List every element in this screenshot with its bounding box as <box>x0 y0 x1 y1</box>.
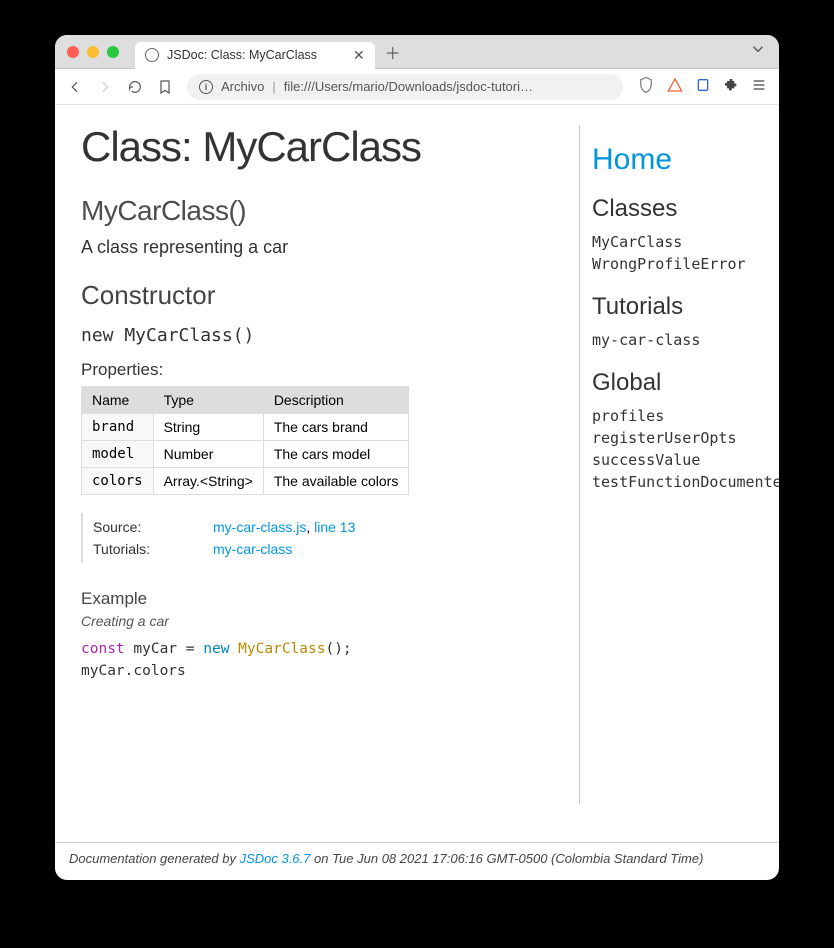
toolbar: i Archivo | file:///Users/mario/Download… <box>55 69 779 105</box>
sidebar-class-link[interactable]: WrongProfileError <box>592 255 746 273</box>
class-description: A class representing a car <box>81 237 553 258</box>
home-heading: Home <box>592 143 767 177</box>
url-scheme-label: Archivo <box>221 79 264 94</box>
class-signature: MyCarClass() <box>81 195 553 227</box>
url-separator: | <box>272 79 275 94</box>
details-block: Source: my-car-class.js, line 13 Tutoria… <box>81 513 553 563</box>
page-title: Class: MyCarClass <box>81 123 553 171</box>
ext-triangle-icon[interactable] <box>667 77 683 96</box>
tab-title: JSDoc: Class: MyCarClass <box>167 48 317 62</box>
extensions <box>637 76 767 97</box>
properties-heading: Properties: <box>81 360 553 380</box>
example-heading: Example <box>81 589 553 609</box>
th-desc: Description <box>263 387 409 414</box>
example-caption: Creating a car <box>81 613 553 629</box>
home-link[interactable]: Home <box>592 143 672 176</box>
list-item: registerUserOpts <box>592 427 767 449</box>
forward-button[interactable] <box>97 79 113 95</box>
footer-text: Documentation generated by JSDoc 3.6.7 o… <box>55 851 779 880</box>
tab-menu-icon[interactable] <box>749 40 767 63</box>
sidebar-global-link[interactable]: testFunctionDocumented <box>592 473 779 491</box>
global-heading: Global <box>592 369 767 397</box>
menu-icon[interactable] <box>751 77 767 96</box>
list-item: profiles <box>592 405 767 427</box>
tutorials-label: Tutorials: <box>93 541 213 557</box>
footer-divider <box>55 842 779 843</box>
list-item: successValue <box>592 449 767 471</box>
sidebar-global-link[interactable]: profiles <box>592 407 664 425</box>
address-bar[interactable]: i Archivo | file:///Users/mario/Download… <box>187 74 623 100</box>
source-file-link[interactable]: my-car-class.js <box>213 519 306 535</box>
properties-table: Name Type Description brand String The c… <box>81 386 409 495</box>
close-window-button[interactable] <box>67 46 79 58</box>
url-path: file:///Users/mario/Downloads/jsdoc-tuto… <box>284 79 533 94</box>
browser-tab[interactable]: JSDoc: Class: MyCarClass ✕ <box>135 42 375 69</box>
table-row: colors Array.<String> The available colo… <box>82 468 409 495</box>
maximize-window-button[interactable] <box>107 46 119 58</box>
browser-window: JSDoc: Class: MyCarClass ✕ ＋ i Archivo |… <box>55 35 779 880</box>
source-label: Source: <box>93 519 213 535</box>
table-row: model Number The cars model <box>82 441 409 468</box>
table-row: brand String The cars brand <box>82 414 409 441</box>
sidebar-global-link[interactable]: registerUserOpts <box>592 429 737 447</box>
tutorial-link[interactable]: my-car-class <box>213 541 292 557</box>
new-tab-button[interactable]: ＋ <box>385 40 401 64</box>
source-line-link[interactable]: line 13 <box>314 519 355 535</box>
list-item: WrongProfileError <box>592 253 767 275</box>
list-item: my-car-class <box>592 329 767 351</box>
bookmark-icon[interactable] <box>157 79 173 95</box>
site-info-icon[interactable]: i <box>199 80 213 94</box>
globe-icon <box>145 48 159 62</box>
constructor-signature: new MyCarClass() <box>81 325 553 346</box>
main-column: Class: MyCarClass MyCarClass() A class r… <box>55 105 579 824</box>
ext-shield-icon[interactable] <box>695 77 711 96</box>
page-content: Class: MyCarClass MyCarClass() A class r… <box>55 105 779 824</box>
list-item: testFunctionDocumented <box>592 471 767 493</box>
list-item: MyCarClass <box>592 231 767 253</box>
th-type: Type <box>153 387 263 414</box>
sidebar-global-link[interactable]: successValue <box>592 451 700 469</box>
close-tab-icon[interactable]: ✕ <box>353 47 365 64</box>
back-button[interactable] <box>67 79 83 95</box>
extensions-icon[interactable] <box>723 77 739 96</box>
constructor-heading: Constructor <box>81 280 553 311</box>
tutorials-heading: Tutorials <box>592 293 767 321</box>
sidebar: Home Classes MyCarClass WrongProfileErro… <box>579 125 779 804</box>
sidebar-tutorial-link[interactable]: my-car-class <box>592 331 700 349</box>
jsdoc-link[interactable]: JSDoc 3.6.7 <box>240 851 311 866</box>
titlebar: JSDoc: Class: MyCarClass ✕ ＋ <box>55 35 779 69</box>
window-controls <box>67 46 119 58</box>
sidebar-class-link[interactable]: MyCarClass <box>592 233 682 251</box>
classes-heading: Classes <box>592 195 767 223</box>
brave-shield-icon[interactable] <box>637 76 655 97</box>
footer-area: Documentation generated by JSDoc 3.6.7 o… <box>55 824 779 880</box>
reload-button[interactable] <box>127 79 143 95</box>
th-name: Name <box>82 387 154 414</box>
minimize-window-button[interactable] <box>87 46 99 58</box>
example-code: const myCar = new MyCarClass(); myCar.co… <box>81 639 553 683</box>
